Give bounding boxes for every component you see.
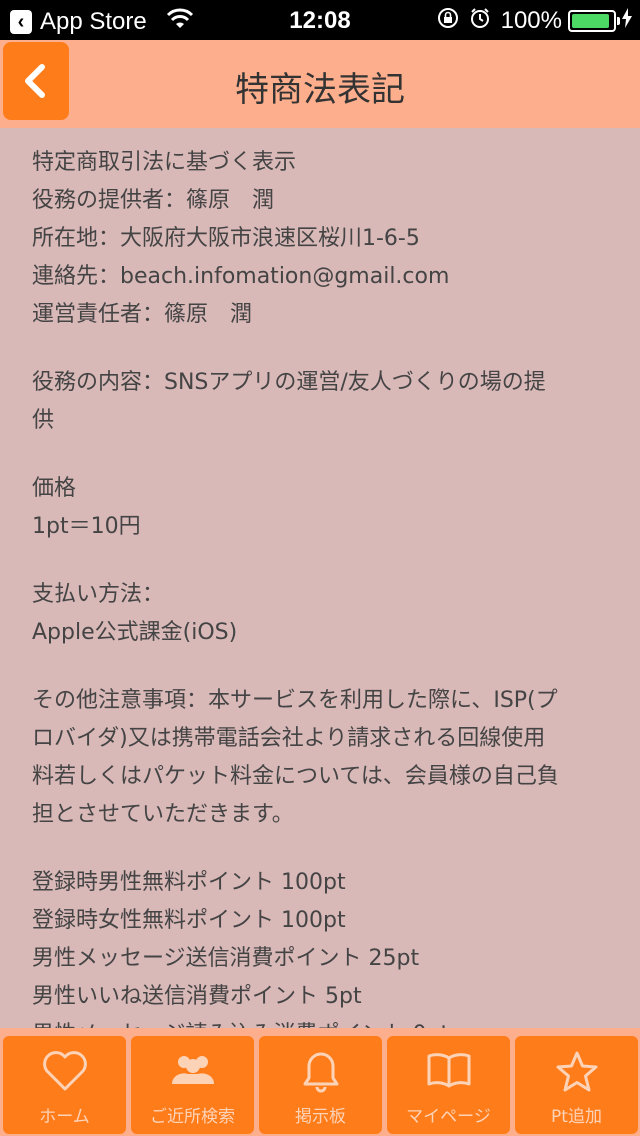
tab-bulletin-board[interactable]: 掲示板: [259, 1036, 382, 1134]
battery-icon: [568, 10, 620, 32]
content-paragraph: 特定商取引法に基づく表示 役務の提供者：篠原 潤所在地：大阪府大阪市浪速区桜川1-…: [32, 144, 608, 334]
content-paragraph: 価格 1pt＝10円: [32, 470, 608, 546]
nav-header: 特商法表記: [0, 40, 640, 128]
content-line: 料若しくはパケット料金については、会員様の自己負: [32, 764, 559, 789]
content-paragraph: 支払い方法： Apple公式課金(iOS): [32, 576, 608, 652]
tab-add-points-label: Pt追加: [551, 1107, 602, 1127]
content-paragraph: その他注意事項：本サービスを利用した際に、ISP(プ ロバイダ)又は携帯電話会社よ…: [32, 682, 608, 834]
tab-home[interactable]: ホーム: [3, 1036, 126, 1134]
tab-home-label: ホーム: [39, 1107, 90, 1127]
content-line: 特定商取引法に基づく表示: [32, 150, 297, 175]
tab-nearby-search[interactable]: ご近所検索: [131, 1036, 254, 1134]
content-line: 登録時女性無料ポイント 100pt: [32, 908, 346, 933]
tab-nearby-search-label: ご近所検索: [150, 1107, 235, 1127]
tab-my-page-label: マイページ: [406, 1107, 491, 1127]
bell-icon: [303, 1052, 338, 1093]
content-line: Apple公式課金(iOS): [32, 620, 238, 645]
alarm-icon: [469, 7, 491, 35]
content-line: 価格: [32, 476, 77, 501]
content-line: ロバイダ)又は携帯電話会社より請求される回線使用: [32, 726, 546, 751]
rotation-lock-icon: [437, 7, 459, 35]
legal-notice-content[interactable]: 特定商取引法に基づく表示 役務の提供者：篠原 潤所在地：大阪府大阪市浪速区桜川1-…: [0, 128, 640, 1028]
content-line: 供: [32, 408, 55, 433]
content-paragraph: 役務の内容：SNSアプリの運営/友人づくりの場の提供: [32, 364, 608, 440]
content-line: 役務の提供者：篠原 潤: [32, 188, 275, 213]
content-paragraph: 登録時男性無料ポイント 100pt 登録時女性無料ポイント 100pt 男性メッセー…: [32, 864, 608, 1028]
content-line: 登録時男性無料ポイント 100pt: [32, 870, 346, 895]
tab-bulletin-board-label: 掲示板: [295, 1107, 346, 1127]
content-line: 男性いいね送信消費ポイント 5pt: [32, 984, 362, 1009]
heart-icon: [42, 1051, 87, 1091]
tab-bar: ホーム ご近所検索 掲示板 マイページ Pt追加: [0, 1028, 640, 1136]
content-line: 役務の内容：SNSアプリの運営/友人づくりの場の提: [32, 370, 546, 395]
content-line: 連絡先：beach.infomation@gmail.com: [32, 264, 450, 289]
star-icon: [556, 1051, 597, 1092]
content-line: 運営責任者：篠原 潤: [32, 302, 253, 327]
status-bar: ‹ App Store 12:08 100%: [0, 0, 640, 40]
book-icon: [427, 1053, 470, 1088]
content-line: その他注意事項：本サービスを利用した際に、ISP(プ: [32, 688, 558, 713]
battery-percent: 100%: [500, 7, 562, 34]
content-line: 担とさせていただきます。: [32, 802, 294, 827]
content-line: 男性メッセージ送信消費ポイント 25pt: [32, 946, 420, 971]
page-title: 特商法表記: [235, 70, 405, 110]
content-line: 男性メッセージ読み込み消費ポイント 0pt: [32, 1016, 608, 1028]
content-line: 支払い方法：: [32, 582, 165, 607]
tab-add-points[interactable]: Pt追加: [515, 1036, 638, 1134]
content-line: 所在地：大阪府大阪市浪速区桜川1-6-5: [32, 226, 420, 251]
charging-icon: [622, 7, 632, 35]
tab-my-page[interactable]: マイページ: [387, 1036, 510, 1134]
content-line: 1pt＝10円: [32, 514, 141, 539]
people-icon: [171, 1056, 214, 1084]
